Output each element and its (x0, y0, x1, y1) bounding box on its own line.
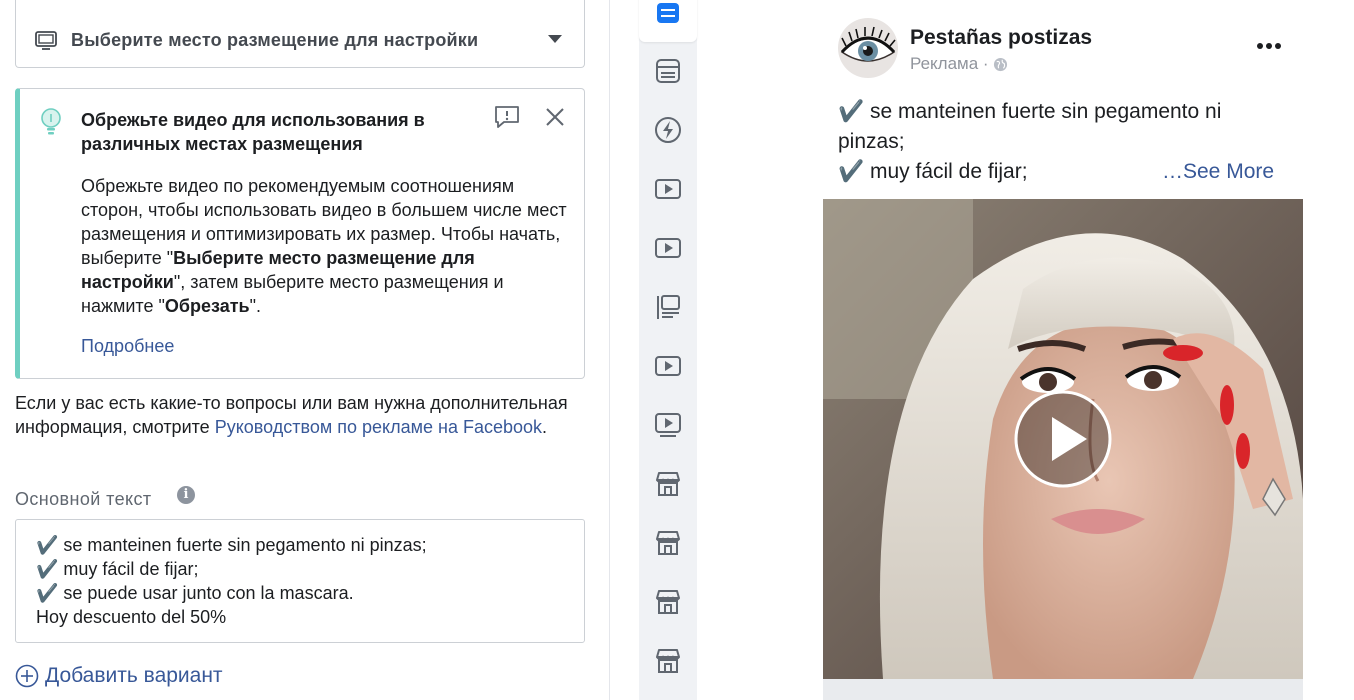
tip-title: Обрежьте видео для использования в разли… (81, 110, 425, 154)
rail-item-video-3[interactable] (639, 337, 697, 395)
more-options-icon[interactable] (1255, 38, 1283, 54)
instant-articles-icon (655, 117, 681, 143)
globe-icon (993, 57, 1007, 71)
close-icon[interactable] (544, 106, 566, 128)
rail-item-feed-2[interactable] (639, 42, 697, 100)
add-circle-icon (15, 664, 39, 688)
rail-item-list[interactable] (639, 278, 697, 336)
ad-preview: Pestañas postizas Реклама · ✔️ se mantei… (710, 0, 1354, 700)
rail-item-video[interactable] (639, 160, 697, 218)
sponsored-label: Реклама · (910, 54, 1008, 74)
video-icon (655, 179, 681, 199)
tip-body: Обрежьте видео по рекомендуемым соотноше… (81, 176, 567, 316)
add-variant-button[interactable]: Добавить вариант (15, 662, 223, 690)
rail-item-marketplace[interactable] (639, 455, 697, 513)
video-icon (655, 238, 681, 258)
primary-text-label: Основной текст (15, 489, 152, 509)
lightbulb-icon (41, 108, 61, 135)
rail-item-feed[interactable] (639, 0, 697, 42)
rail-item-video-2[interactable] (639, 219, 697, 277)
marketplace-icon (656, 590, 680, 614)
video-feed-icon (655, 413, 681, 437)
feedback-icon[interactable] (494, 105, 520, 129)
primary-text-input[interactable]: ✔️ se manteinen fuerte sin pegamento ni … (15, 519, 585, 643)
video-preview[interactable] (823, 199, 1303, 679)
ads-guide-link[interactable]: Руководством по рекламе на Facebook (215, 417, 542, 437)
feed-icon (656, 59, 680, 83)
marketplace-icon (656, 649, 680, 673)
marketplace-icon (656, 472, 680, 496)
info-icon[interactable]: i (177, 486, 195, 504)
feed-icon (657, 3, 679, 23)
learn-more-link[interactable]: Подробнее (81, 336, 174, 357)
rail-item-marketplace-3[interactable] (639, 573, 697, 631)
monitor-icon (35, 31, 57, 50)
placement-rail (639, 0, 697, 700)
ad-editor-panel: Выберите место размещение для настройки … (0, 0, 610, 700)
chevron-down-icon (548, 35, 562, 43)
marketplace-icon (656, 531, 680, 555)
video-caption-bar (823, 679, 1303, 700)
placement-dropdown[interactable]: Выберите место размещение для настройки (15, 0, 585, 68)
help-text: Если у вас есть какие-то вопросы или вам… (15, 393, 568, 437)
video-thumbnail (823, 199, 1303, 679)
video-icon (655, 356, 681, 376)
rail-item-marketplace-4[interactable] (639, 632, 697, 690)
placement-dropdown-label: Выберите место размещение для настройки (71, 30, 479, 50)
page-name[interactable]: Pestañas postizas (910, 26, 1092, 50)
rail-item-instant-articles[interactable] (639, 101, 697, 159)
rail-item-marketplace-2[interactable] (639, 514, 697, 572)
rail-item-video-feed[interactable] (639, 396, 697, 454)
crop-video-tip: Обрежьте видео для использования в разли… (15, 88, 585, 379)
list-icon (657, 295, 680, 319)
see-more-link[interactable]: …See More (1162, 160, 1274, 184)
avatar[interactable] (838, 18, 898, 78)
eye-logo-image (838, 18, 898, 78)
